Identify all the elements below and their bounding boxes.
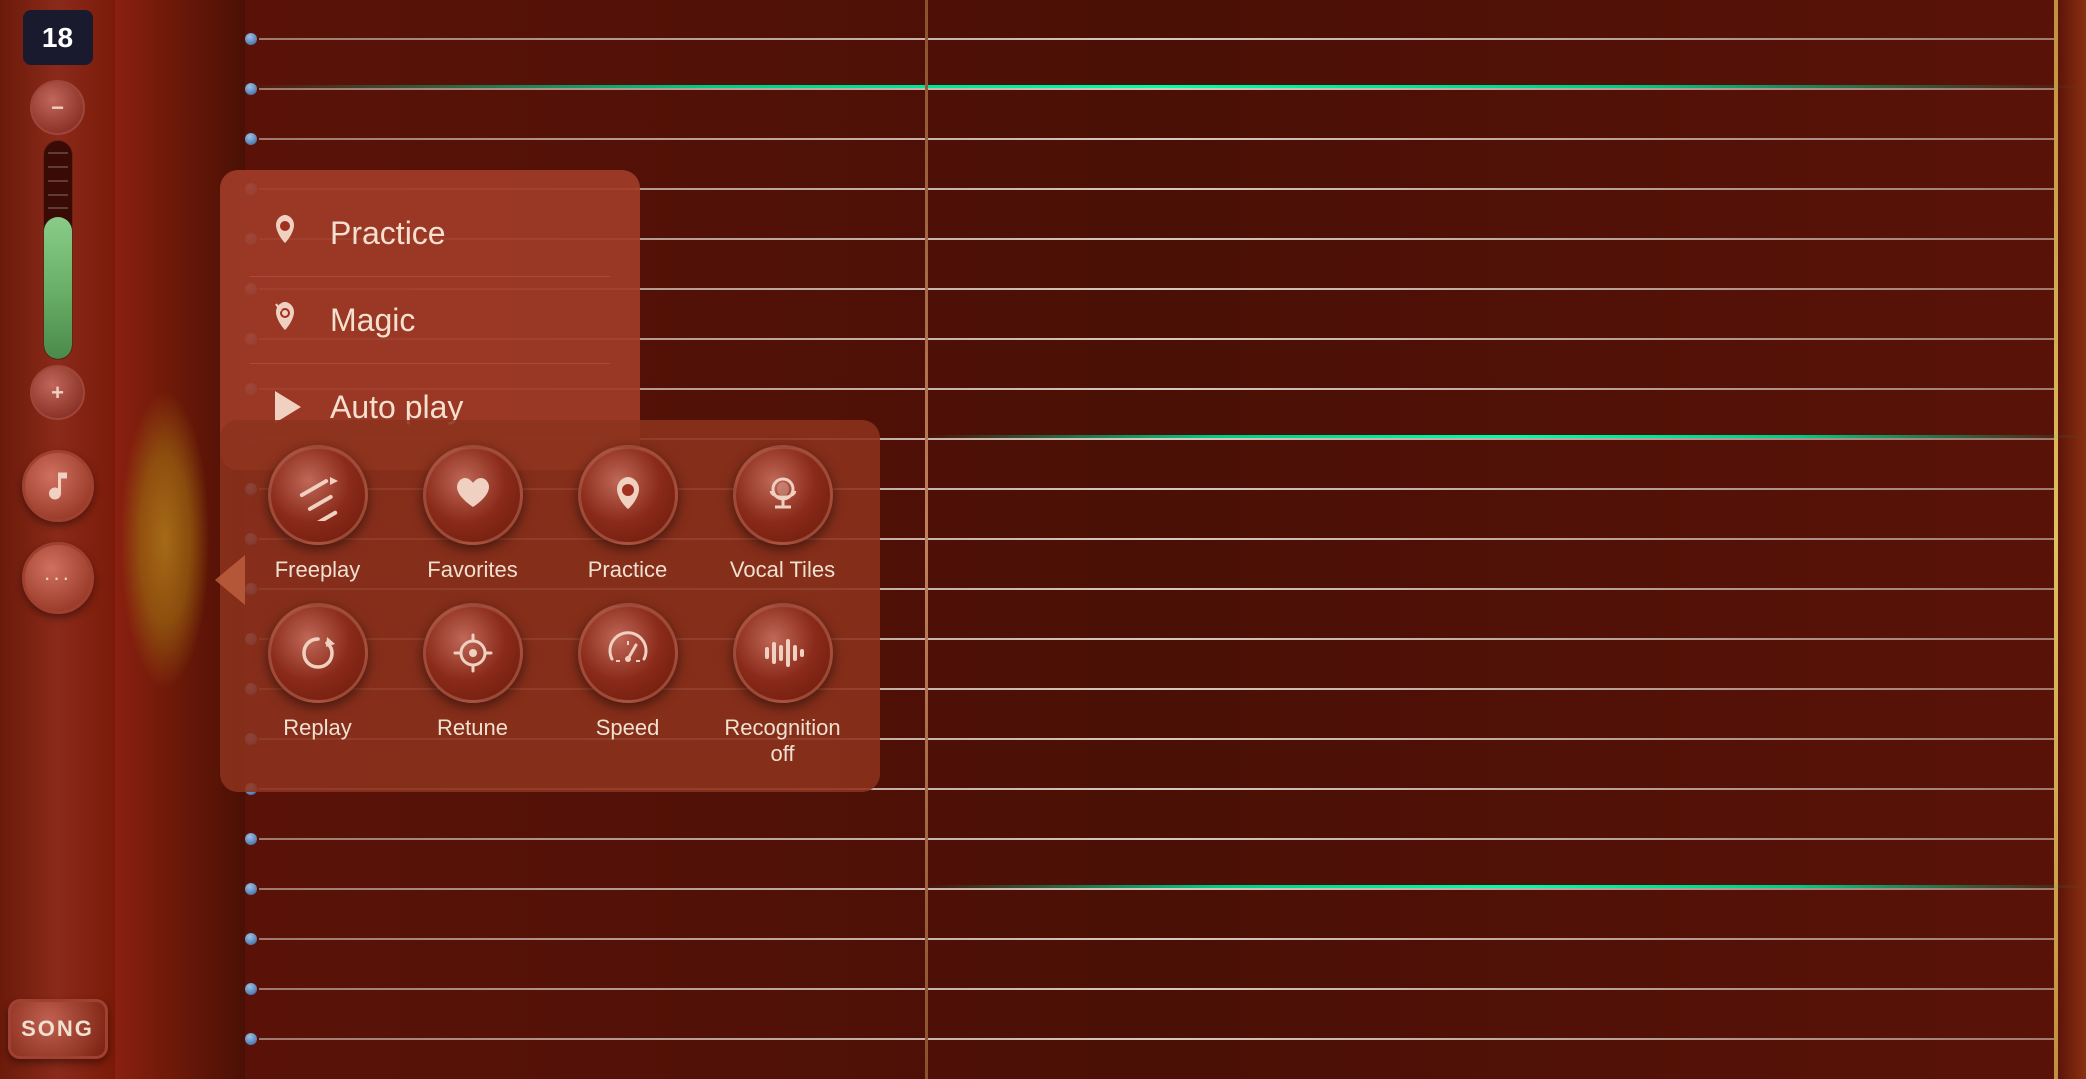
speed-label: Speed xyxy=(596,715,660,741)
freeplay-action[interactable]: Freeplay xyxy=(250,445,385,583)
favorites-circle xyxy=(423,445,523,545)
mode-practice[interactable]: Practice xyxy=(250,190,610,277)
string-dot xyxy=(245,833,257,845)
string-body xyxy=(259,138,2072,140)
string-body xyxy=(259,1038,2072,1040)
string-dot xyxy=(245,133,257,145)
left-sidebar: 18 − + xyxy=(0,0,115,1079)
instrument-area: Practice Magic Auto play xyxy=(115,0,2086,1079)
magic-mode-icon xyxy=(260,295,310,345)
favorites-label: Favorites xyxy=(427,557,517,583)
freeplay-label: Freeplay xyxy=(275,557,361,583)
string-18 xyxy=(245,888,2086,890)
speed-action[interactable]: Speed xyxy=(560,603,695,767)
volume-control: − + xyxy=(30,80,85,420)
string-body xyxy=(259,88,2072,90)
string-body xyxy=(259,938,2072,940)
guqin-ornament xyxy=(120,390,210,690)
string-20 xyxy=(245,988,2086,990)
string-3 xyxy=(245,138,2086,140)
volume-down-button[interactable]: − xyxy=(30,80,85,135)
string-2 xyxy=(245,88,2086,90)
more-button[interactable]: ··· xyxy=(22,542,94,614)
retune-label: Retune xyxy=(437,715,508,741)
string-dot xyxy=(245,33,257,45)
mode-magic[interactable]: Magic xyxy=(250,277,610,364)
recognition-off-circle xyxy=(733,603,833,703)
vocal-tiles-label: Vocal Tiles xyxy=(730,557,835,583)
vocal-tiles-circle xyxy=(733,445,833,545)
volume-fill xyxy=(44,217,72,359)
string-body xyxy=(259,888,2072,890)
vertical-divider xyxy=(925,0,928,1079)
string-body xyxy=(259,988,2072,990)
string-21 xyxy=(245,1038,2086,1040)
practice-action[interactable]: Practice xyxy=(560,445,695,583)
string-17 xyxy=(245,838,2086,840)
recognition-off-label: Recognition off xyxy=(715,715,850,767)
string-highlight-3 xyxy=(925,885,2086,888)
string-body xyxy=(259,38,2072,40)
volume-up-button[interactable]: + xyxy=(30,365,85,420)
replay-label: Replay xyxy=(283,715,351,741)
left-arrow[interactable] xyxy=(200,540,260,620)
speed-circle xyxy=(578,603,678,703)
string-dot xyxy=(245,1033,257,1045)
string-highlight-1 xyxy=(245,85,2086,88)
string-dot xyxy=(245,933,257,945)
song-button[interactable]: SONG xyxy=(8,999,108,1059)
string-highlight-2 xyxy=(925,435,2086,438)
volume-slider[interactable] xyxy=(43,140,73,360)
freeplay-circle xyxy=(268,445,368,545)
practice-circle xyxy=(578,445,678,545)
gold-line-right xyxy=(2054,0,2058,1079)
string-dot xyxy=(245,883,257,895)
vocal-tiles-action[interactable]: Vocal Tiles xyxy=(715,445,850,583)
retune-circle xyxy=(423,603,523,703)
recognition-off-action[interactable]: Recognition off xyxy=(715,603,850,767)
right-bridge xyxy=(2056,0,2086,1079)
retune-action[interactable]: Retune xyxy=(405,603,540,767)
music-button[interactable] xyxy=(22,450,94,522)
string-dot xyxy=(245,983,257,995)
main-container: 18 − + xyxy=(0,0,2086,1079)
string-1 xyxy=(245,38,2086,40)
favorites-action[interactable]: Favorites xyxy=(405,445,540,583)
replay-circle xyxy=(268,603,368,703)
practice-mode-icon xyxy=(260,208,310,258)
actions-panel: Freeplay Favorites xyxy=(220,420,880,792)
magic-mode-label: Magic xyxy=(330,302,415,339)
replay-action[interactable]: Replay xyxy=(250,603,385,767)
string-19 xyxy=(245,938,2086,940)
string-body xyxy=(259,838,2072,840)
practice-mode-label: Practice xyxy=(330,215,446,252)
practice-label: Practice xyxy=(588,557,667,583)
actions-grid: Freeplay Favorites xyxy=(250,445,850,767)
sidebar-controls: − + ··· xyxy=(22,80,94,999)
number-badge: 18 xyxy=(23,10,93,65)
